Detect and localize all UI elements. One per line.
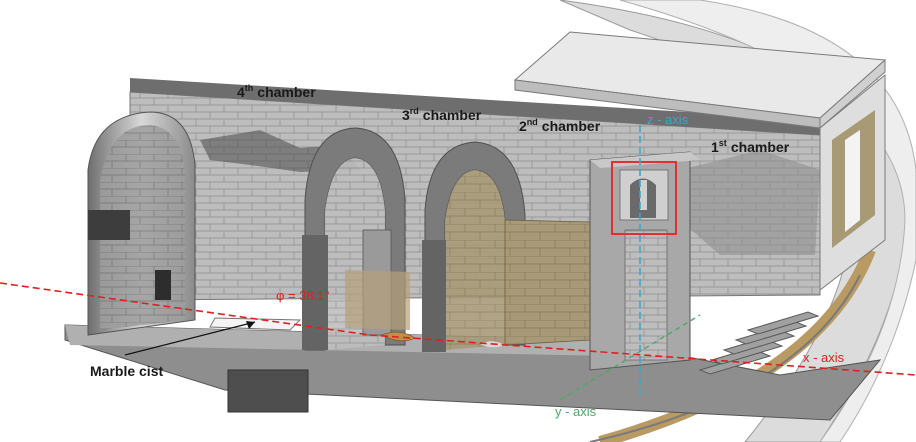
z-axis-label: z - axis xyxy=(647,112,689,127)
x-axis-label: x - axis xyxy=(803,350,845,365)
marble-cist-label: Marble cist xyxy=(90,363,163,379)
chamber-4-vault xyxy=(87,111,196,336)
tomb-diagram: 4th chamber 3rd chamber 2nd chamber 1st cham… xyxy=(0,0,916,442)
phi-label: φ = 38.1° xyxy=(276,288,330,303)
tomb-cutaway-svg: 4th chamber 3rd chamber 2nd chamber 1st cham… xyxy=(0,0,916,442)
y-axis-label: y - axis xyxy=(555,404,597,419)
chamber-1-entrance xyxy=(589,151,700,371)
